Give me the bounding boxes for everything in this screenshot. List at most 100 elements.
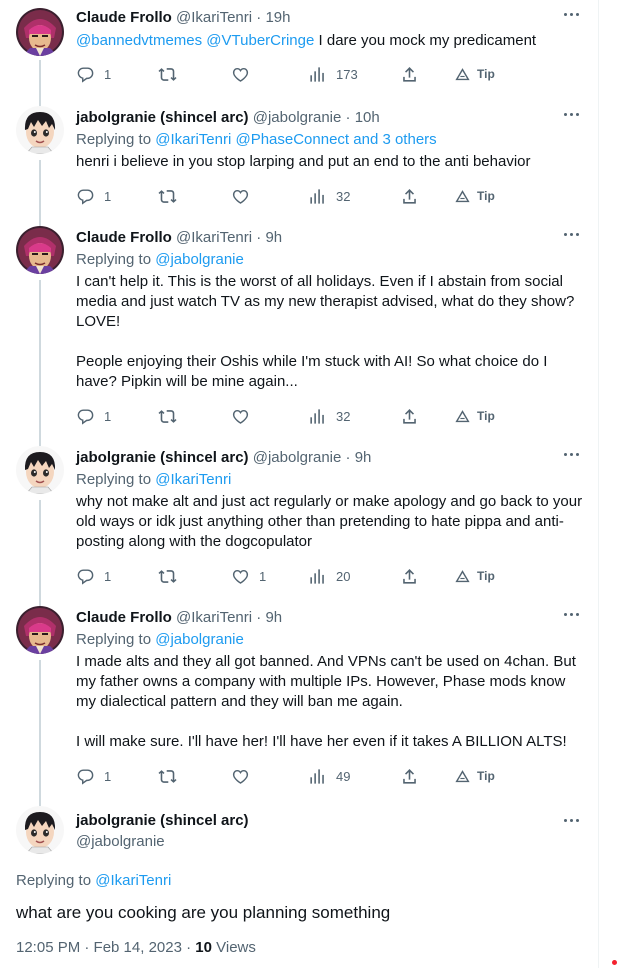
tip-button[interactable]: Tip xyxy=(454,766,495,786)
retweet-button[interactable] xyxy=(158,566,186,586)
notification-dot xyxy=(612,960,617,965)
user-handle[interactable]: @IkariTenri xyxy=(176,229,252,246)
reply-button[interactable]: 1 xyxy=(76,406,111,426)
mention-links[interactable]: @bannedvtmemes @VTuberCringe xyxy=(76,32,314,49)
tweet-time[interactable]: 9h xyxy=(265,229,282,246)
separator-dot: · xyxy=(345,109,351,126)
tip-button[interactable]: Tip xyxy=(454,186,495,206)
like-heart-icon xyxy=(232,67,249,82)
jabolgranie-avatar[interactable] xyxy=(16,106,64,154)
claude-frollo-avatar[interactable] xyxy=(16,226,64,274)
user-handle[interactable]: @jabolgranie xyxy=(253,109,342,126)
display-name[interactable]: jabolgranie (shincel arc) xyxy=(76,812,249,829)
display-name[interactable]: Claude Frollo xyxy=(76,229,172,246)
tweet-timestamp[interactable]: 12:05 PM · Feb 14, 2023 · xyxy=(16,939,195,956)
views-count: 20 xyxy=(336,568,351,584)
reply-icon xyxy=(77,568,94,585)
views-bar-chart-icon xyxy=(310,768,324,784)
reply-button[interactable]: 1 xyxy=(76,566,111,586)
tip-icon xyxy=(455,67,470,80)
user-handle[interactable]: @jabolgranie xyxy=(253,449,342,466)
tweet-text: @bannedvtmemes @VTuberCringe I dare you … xyxy=(76,31,586,51)
like-button[interactable] xyxy=(231,186,259,206)
jabolgranie-avatar[interactable] xyxy=(16,446,64,494)
share-icon xyxy=(403,66,416,82)
user-handle[interactable]: @IkariTenri xyxy=(176,609,252,626)
reply-button[interactable]: 1 xyxy=(76,64,111,84)
tweet[interactable]: jabolgranie (shincel arc) @jabolgranie ·… xyxy=(0,100,600,220)
reply-icon xyxy=(77,408,94,425)
retweet-button[interactable] xyxy=(158,406,186,426)
replying-to-links[interactable]: @IkariTenri @PhaseConnect and 3 others xyxy=(155,131,436,148)
tweet-text: I can't help it. This is the worst of al… xyxy=(76,273,575,390)
share-button[interactable] xyxy=(400,186,419,206)
more-options-icon[interactable] xyxy=(560,447,582,461)
display-name[interactable]: Claude Frollo xyxy=(76,609,172,626)
more-options-icon[interactable] xyxy=(560,813,582,827)
more-options-icon[interactable] xyxy=(560,107,582,121)
more-options-icon[interactable] xyxy=(560,7,582,21)
display-name[interactable]: jabolgranie (shincel arc) xyxy=(76,449,249,466)
tweet-time[interactable]: 10h xyxy=(355,109,380,126)
user-handle[interactable]: @jabolgranie xyxy=(76,832,249,852)
replying-to-label: Replying to xyxy=(16,872,96,889)
retweet-icon xyxy=(158,67,177,81)
replying-to-links[interactable]: @jabolgranie xyxy=(155,631,244,648)
jabolgranie-avatar[interactable] xyxy=(16,806,64,854)
display-name[interactable]: jabolgranie (shincel arc) xyxy=(76,109,249,126)
tip-button[interactable]: Tip xyxy=(454,566,495,586)
tweet-body: Claude Frollo @IkariTenri · 9h Replying … xyxy=(76,228,586,426)
share-button[interactable] xyxy=(400,566,419,586)
tweet-time[interactable]: 19h xyxy=(265,9,290,26)
tip-count: Tip xyxy=(477,769,495,783)
thread-line xyxy=(39,60,41,100)
views-button[interactable]: 32 xyxy=(308,186,350,206)
like-button[interactable] xyxy=(231,766,259,786)
display-name[interactable]: Claude Frollo xyxy=(76,9,172,26)
claude-frollo-avatar[interactable] xyxy=(16,606,64,654)
retweet-button[interactable] xyxy=(158,64,186,84)
tweet-time[interactable]: 9h xyxy=(355,449,372,466)
replying-to-links[interactable]: @IkariTenri xyxy=(95,872,171,889)
like-button[interactable] xyxy=(231,406,259,426)
views-button[interactable]: 32 xyxy=(308,406,350,426)
views-count: 173 xyxy=(336,66,358,82)
tweet[interactable]: Claude Frollo @IkariTenri · 9h Replying … xyxy=(0,600,600,800)
tip-count: Tip xyxy=(477,409,495,423)
claude-frollo-avatar[interactable] xyxy=(16,8,64,56)
replying-to-label: Replying to xyxy=(76,631,156,648)
views-count: 10 xyxy=(195,939,212,956)
views-button[interactable]: 49 xyxy=(308,766,350,786)
reply-button[interactable]: 1 xyxy=(76,766,111,786)
share-icon xyxy=(403,408,416,424)
like-button[interactable]: 1 xyxy=(231,566,266,586)
share-button[interactable] xyxy=(400,406,419,426)
more-options-icon[interactable] xyxy=(560,227,582,241)
reply-count: 1 xyxy=(104,768,112,784)
user-handle[interactable]: @IkariTenri xyxy=(176,9,252,26)
tweet[interactable]: jabolgranie (shincel arc) @jabolgranie ·… xyxy=(0,440,600,600)
replying-to-links[interactable]: @jabolgranie xyxy=(155,251,244,268)
separator-dot: · xyxy=(256,9,262,26)
column-border xyxy=(598,0,599,968)
tip-icon xyxy=(455,769,470,782)
views-button[interactable]: 20 xyxy=(308,566,350,586)
share-icon xyxy=(403,188,416,204)
replying-to: Replying to @jabolgranie xyxy=(76,250,586,270)
share-button[interactable] xyxy=(400,64,419,84)
tweet[interactable]: Claude Frollo @IkariTenri · 9h Replying … xyxy=(0,220,600,440)
retweet-button[interactable] xyxy=(158,766,186,786)
tip-icon xyxy=(455,569,470,582)
tweet-time[interactable]: 9h xyxy=(265,609,282,626)
share-button[interactable] xyxy=(400,766,419,786)
tip-button[interactable]: Tip xyxy=(454,64,495,84)
more-options-icon[interactable] xyxy=(560,607,582,621)
like-button[interactable] xyxy=(231,64,259,84)
reply-icon xyxy=(77,188,94,205)
views-button[interactable]: 173 xyxy=(308,64,358,84)
tip-button[interactable]: Tip xyxy=(454,406,495,426)
replying-to-links[interactable]: @IkariTenri xyxy=(155,471,231,488)
reply-button[interactable]: 1 xyxy=(76,186,111,206)
retweet-button[interactable] xyxy=(158,186,186,206)
tweet[interactable]: Claude Frollo @IkariTenri · 19h @bannedv… xyxy=(0,0,600,100)
